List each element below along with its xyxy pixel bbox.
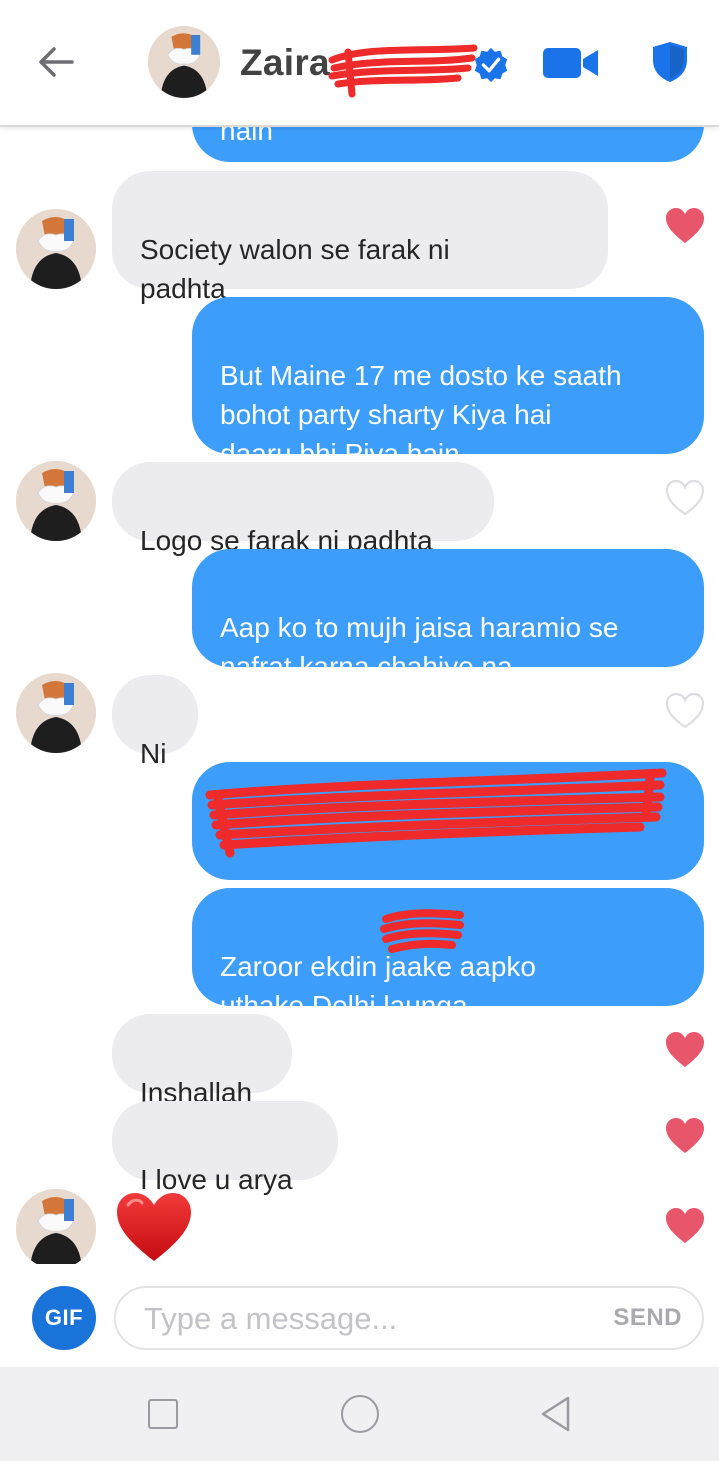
incoming-message[interactable]: Society walon se farak ni padhta: [112, 171, 608, 304]
back-button[interactable]: [34, 40, 78, 84]
outgoing-message[interactable]: But Maine 17 me dosto ke saath bohot par…: [192, 297, 704, 469]
message-list[interactable]: hain Society walon se farak ni padhta Bu…: [0, 127, 719, 1264]
circle-home-icon[interactable]: [341, 1395, 379, 1433]
outgoing-message[interactable]: Zaroor ekdin jaake aapko uthake Delhi la…: [192, 888, 704, 1021]
safety-shield-icon: [653, 42, 687, 82]
outgoing-message[interactable]: Aap ko to mujh jaisa haramio se nafrat k…: [192, 549, 704, 682]
message-text: Society walon se farak ni padhta: [140, 234, 450, 304]
name-redaction-scribble: [328, 44, 478, 98]
red-heart-emoji[interactable]: [114, 1191, 194, 1263]
like-heart-icon[interactable]: [664, 1207, 706, 1245]
chat-header: Zaira: [0, 0, 719, 127]
message-text: hain: [220, 127, 273, 146]
sender-avatar[interactable]: [16, 209, 96, 289]
like-heart-icon[interactable]: [664, 207, 706, 245]
like-heart-icon[interactable]: [664, 1117, 706, 1155]
message-text: Aap ko to mujh jaisa haramio se nafrat k…: [220, 612, 619, 682]
send-button[interactable]: SEND: [613, 1304, 682, 1332]
incoming-message[interactable]: Ni: [112, 675, 198, 769]
triangle-back-icon[interactable]: [538, 1395, 574, 1433]
like-heart-icon[interactable]: [664, 1031, 706, 1069]
incoming-message[interactable]: Inshallah: [112, 1014, 292, 1108]
system-navigation-bar: [0, 1367, 719, 1461]
verified-badge-icon: [474, 47, 508, 83]
contact-name[interactable]: Zaira: [240, 42, 330, 84]
sender-avatar[interactable]: [16, 1189, 96, 1264]
sender-avatar[interactable]: [16, 673, 96, 753]
message-text: But Maine 17 me dosto ke saath bohot par…: [220, 360, 622, 469]
gif-button[interactable]: GIF: [32, 1286, 96, 1350]
outgoing-message[interactable]: hain: [192, 127, 704, 162]
square-recents-icon[interactable]: [148, 1399, 178, 1429]
message-field[interactable]: SEND: [114, 1286, 704, 1350]
message-text: Ni: [140, 738, 167, 769]
like-heart-outline-icon[interactable]: [664, 479, 706, 517]
message-composer: GIF SEND: [0, 1264, 719, 1367]
sender-avatar[interactable]: [16, 461, 96, 541]
outgoing-message[interactable]: [192, 762, 704, 880]
arrow-left-icon: [39, 47, 74, 77]
video-call-button[interactable]: [542, 46, 600, 80]
safety-shield-button[interactable]: [650, 40, 690, 84]
video-camera-icon: [543, 48, 598, 78]
like-heart-outline-icon[interactable]: [664, 692, 706, 730]
incoming-message[interactable]: I love u arya: [112, 1101, 338, 1195]
message-input[interactable]: [144, 1298, 574, 1340]
message-text: Zaroor ekdin jaake aapko uthake Delhi la…: [220, 951, 536, 1021]
incoming-message[interactable]: Logo se farak ni padhta: [112, 462, 494, 556]
contact-avatar[interactable]: [148, 26, 220, 98]
